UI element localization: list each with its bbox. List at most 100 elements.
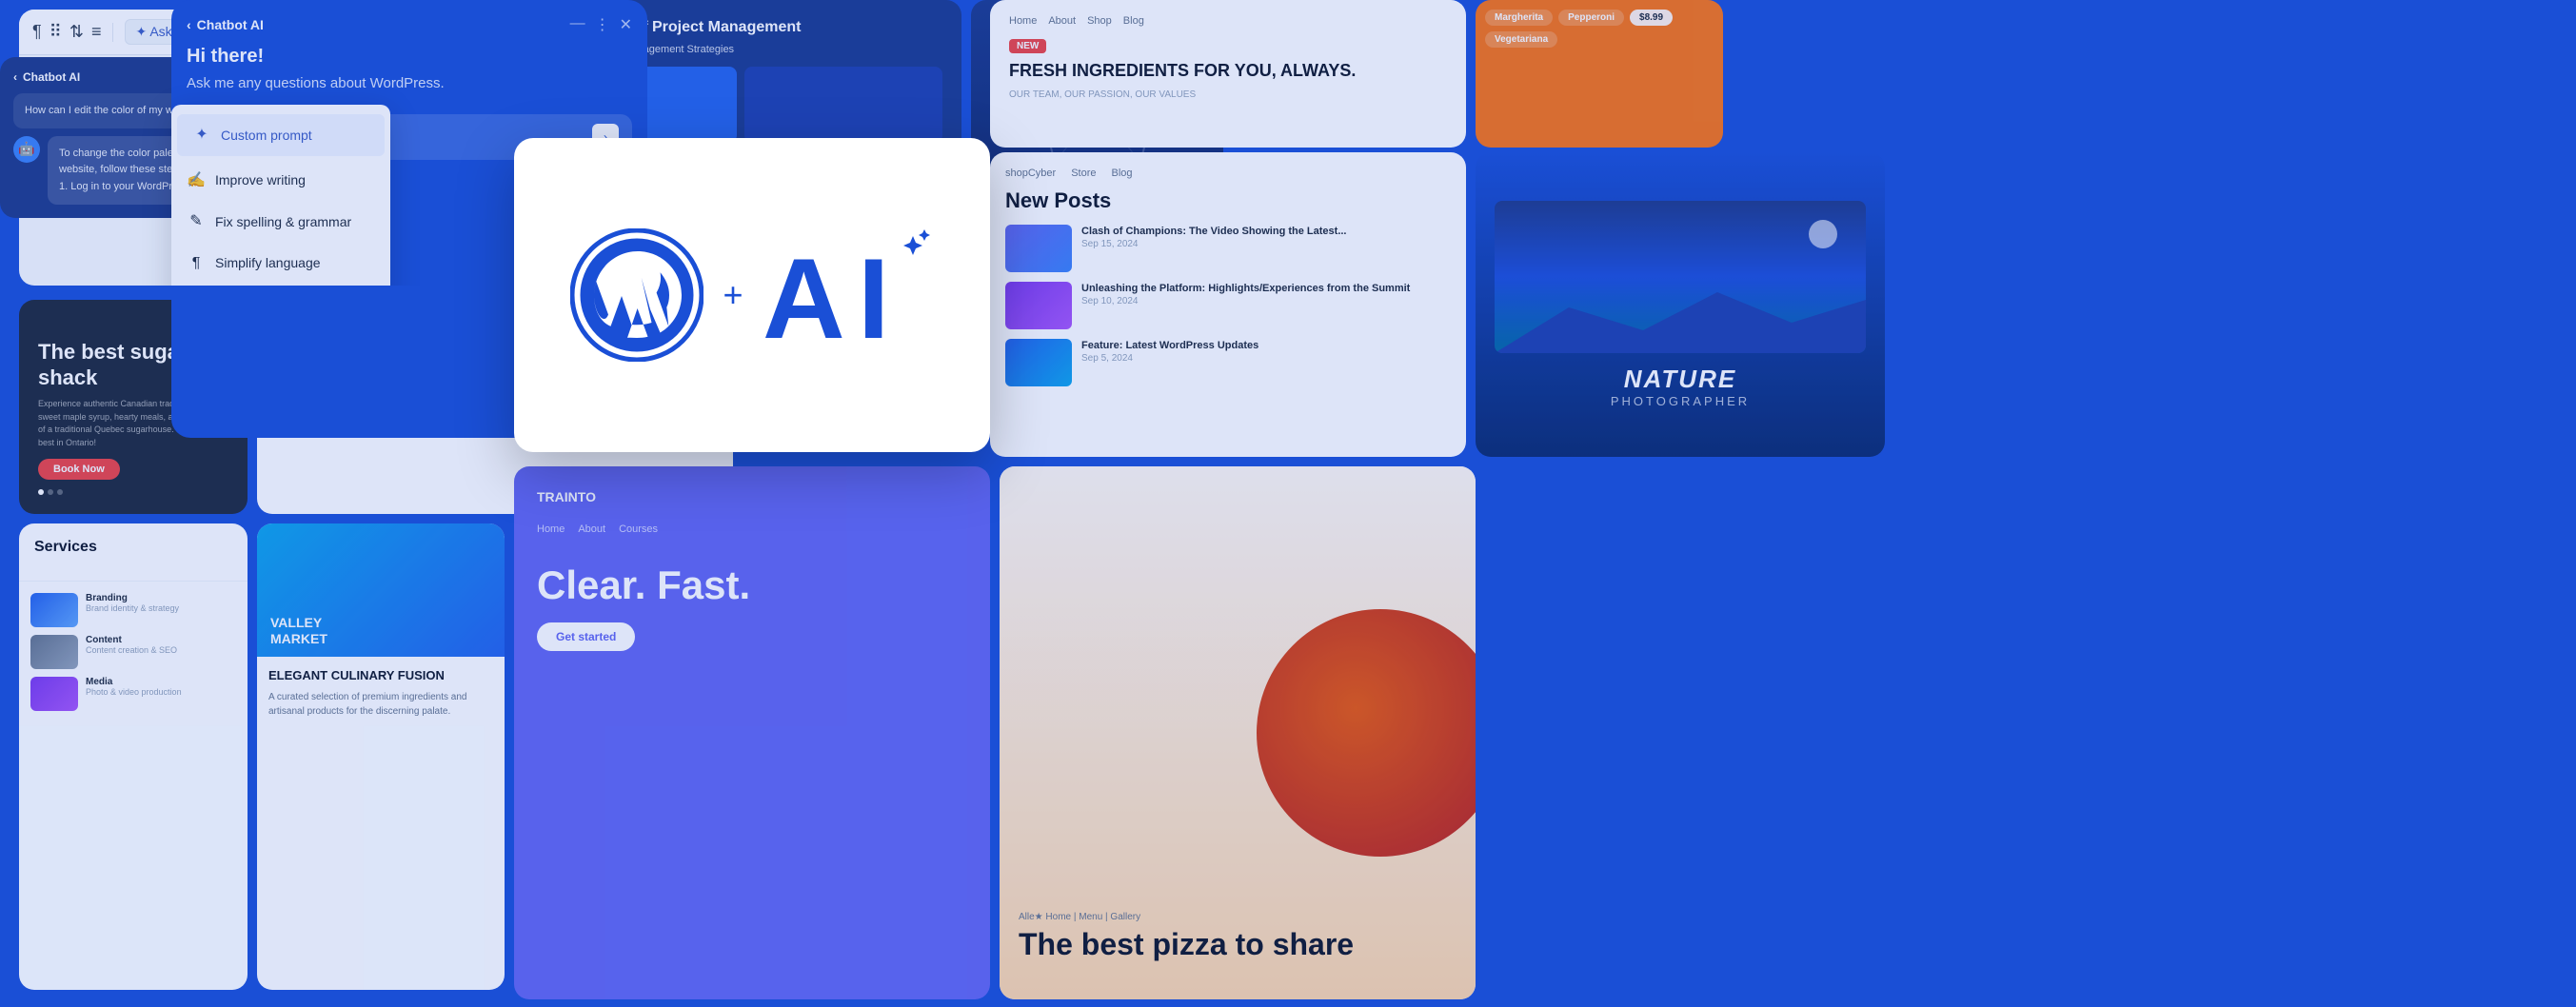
svg-text:A: A <box>763 235 845 362</box>
service-meta-2: Content creation & SEO <box>86 645 177 655</box>
dropdown-simplify[interactable]: ¶ Simplify language <box>171 243 390 285</box>
service-info-3: Media Photo & video production <box>86 677 182 711</box>
service-label-2: Content <box>86 635 177 645</box>
service-label-1: Branding <box>86 593 179 603</box>
post-thumb-3 <box>1005 339 1072 386</box>
simplify-icon: ¶ <box>187 251 206 276</box>
service-info-1: Branding Brand identity & strategy <box>86 593 179 627</box>
post-title-3: Feature: Latest WordPress Updates <box>1081 339 1258 353</box>
chatbot-controls: — ⋮ ✕ <box>570 15 632 34</box>
valley-hero: VALLEYMARKET <box>257 523 505 657</box>
chatbot-greeting: Hi there! <box>187 46 632 68</box>
chatbot-avatar: 🤖 <box>13 136 40 163</box>
fresh-nav-shop: Shop <box>1087 15 1112 27</box>
new-posts-card: shopCyber Store Blog New Posts Clash of … <box>990 152 1466 457</box>
post-item-3: Feature: Latest WordPress Updates Sep 5,… <box>1005 339 1451 386</box>
service-thumb-3 <box>30 677 78 711</box>
improve-writing-label: Improve writing <box>215 169 306 190</box>
nature-landscape <box>1495 201 1866 353</box>
post-content-3: Feature: Latest WordPress Updates Sep 5,… <box>1081 339 1258 364</box>
fresh-nav-blog: Blog <box>1123 15 1144 27</box>
nav-blog: Blog <box>1112 168 1133 179</box>
sparkle-icon: ✦ <box>192 123 211 148</box>
post-meta-2: Sep 10, 2024 <box>1081 296 1410 306</box>
services-title: Services <box>34 539 232 556</box>
pizza-price: $8.99 <box>1630 10 1673 26</box>
ai-text: A I <box>763 228 934 362</box>
post-title-2: Unleashing the Platform: Highlights/Expe… <box>1081 282 1410 296</box>
fix-icon: ✎ <box>187 209 206 234</box>
pm-image-2 <box>744 67 943 143</box>
fresh-inner: Home About Shop Blog NEW FRESH INGREDIEN… <box>990 0 1466 115</box>
custom-prompt-label: Custom prompt <box>221 125 312 146</box>
nature-title: Nature <box>1624 365 1736 394</box>
minimize-icon[interactable]: — <box>570 15 585 34</box>
more-options-icon[interactable]: ⋮ <box>595 15 610 34</box>
nature-photographer-card: Nature PhOTographeR <box>1476 152 1885 457</box>
fresh-nav-about: About <box>1048 15 1076 27</box>
pizza-bottom-inner: Alle★ Home | Menu | Gallery The best piz… <box>1000 466 1476 999</box>
post-content-1: Clash of Champions: The Video Showing th… <box>1081 225 1347 249</box>
service-label-3: Media <box>86 677 182 687</box>
fix-spelling-label: Fix spelling & grammar <box>215 211 351 232</box>
trainto-title: Clear. Fast. <box>537 563 967 607</box>
fresh-title: FRESH INGREDIENTS FOR YOU, ALWAYS. <box>1009 61 1447 82</box>
services-card: Services Branding Brand identity & strat… <box>19 523 248 990</box>
newposts-title: New Posts <box>1005 188 1451 213</box>
post-thumb-2 <box>1005 282 1072 329</box>
fresh-nav-home: Home <box>1009 15 1037 27</box>
chatbot-description: Ask me any questions about WordPress. <box>187 73 632 95</box>
plus-sign: + <box>723 275 743 315</box>
post-content-2: Unleashing the Platform: Highlights/Expe… <box>1081 282 1410 306</box>
dropdown-custom-prompt[interactable]: ✦ Custom prompt <box>177 114 385 156</box>
service-row-2: Content Content creation & SEO <box>30 635 236 669</box>
pizza-top-card: Margherita Pepperoni $8.99 Vegetariana <box>1476 0 1723 148</box>
team-section: OUR TEAM, OUR PASSION, OUR VALUES <box>1009 89 1447 100</box>
pizza-bottom-card: Alle★ Home | Menu | Gallery The best piz… <box>1000 466 1476 999</box>
pizza-pill-2: Pepperoni <box>1558 10 1624 26</box>
service-thumb-2 <box>30 635 78 669</box>
pizza-pill-3: Vegetariana <box>1485 31 1557 48</box>
newposts-inner: shopCyber Store Blog New Posts Clash of … <box>990 152 1466 411</box>
ai-dropdown-menu[interactable]: ✦ Custom prompt ✍ Improve writing ✎ Fix … <box>171 105 390 286</box>
dropdown-make-shorter[interactable]: ≡ Make shorter <box>171 284 390 286</box>
pizza-bottom-hero: Alle★ Home | Menu | Gallery The best piz… <box>1000 466 1476 999</box>
service-row-3: Media Photo & video production <box>30 677 236 711</box>
service-meta-1: Brand identity & strategy <box>86 603 179 613</box>
nature-subtitle: PhOTographeR <box>1611 394 1750 408</box>
fresh-ingredients-card: Home About Shop Blog NEW FRESH INGREDIEN… <box>990 0 1466 148</box>
service-info-2: Content Content creation & SEO <box>86 635 177 669</box>
hero-content: + A I <box>570 228 933 362</box>
pizza-nav: Alle★ Home | Menu | Gallery <box>1019 912 1354 922</box>
chatbot-main-title-text: Chatbot AI <box>197 17 264 32</box>
back-icon: ‹ <box>13 70 17 84</box>
pizza-visual <box>1257 609 1476 857</box>
hero-card: + A I <box>514 138 990 452</box>
valley-heading: ELEGANT CULINARY FUSION <box>268 668 493 682</box>
valley-text: A curated selection of premium ingredien… <box>268 690 493 719</box>
service-row-1: Branding Brand identity & strategy <box>30 593 236 627</box>
dropdown-fix-spelling[interactable]: ✎ Fix spelling & grammar <box>171 201 390 243</box>
ai-logo: A I <box>763 228 934 362</box>
pizza-pill-1: Margherita <box>1485 10 1553 26</box>
post-thumb-1 <box>1005 225 1072 272</box>
wordpress-logo <box>570 228 703 362</box>
newposts-nav: shopCyber Store Blog <box>1005 168 1451 179</box>
background-cards: ¶ ⠿ ⇅ ≡ ✦ Ask AI B I 🔗 ··· Responsive de… <box>0 0 2576 1007</box>
chatbot-small-title: Chatbot AI <box>23 70 80 84</box>
pizza-text-overlay: Alle★ Home | Menu | Gallery The best piz… <box>1019 912 1354 961</box>
post-meta-1: Sep 15, 2024 <box>1081 239 1347 249</box>
valley-hero-text: VALLEYMARKET <box>270 615 327 647</box>
valley-market-card: VALLEYMARKET ELEGANT CULINARY FUSION A c… <box>257 523 505 990</box>
pizza-header: Margherita Pepperoni $8.99 Vegetariana <box>1476 0 1723 57</box>
trainto-cta-button[interactable]: Get started <box>537 622 635 651</box>
chatbot-main-title: ‹ Chatbot AI <box>187 17 264 32</box>
service-thumb-1 <box>30 593 78 627</box>
close-icon[interactable]: ✕ <box>620 15 632 34</box>
services-body: Branding Brand identity & strategy Conte… <box>19 582 248 730</box>
pen-icon: ✍ <box>187 168 206 193</box>
mountain-shape <box>1495 277 1866 353</box>
dropdown-improve-writing[interactable]: ✍ Improve writing <box>171 160 390 202</box>
post-title-1: Clash of Champions: The Video Showing th… <box>1081 225 1347 239</box>
valley-body: ELEGANT CULINARY FUSION A curated select… <box>257 657 505 730</box>
